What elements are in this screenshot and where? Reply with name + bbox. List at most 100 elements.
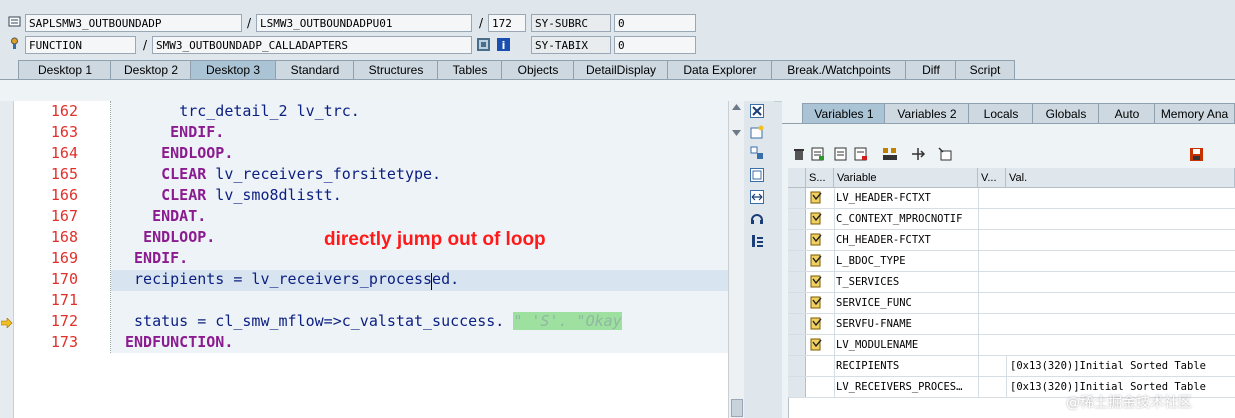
- change-value-icon[interactable]: [810, 275, 823, 289]
- code-line[interactable]: 163 ENDIF.: [14, 122, 728, 143]
- code-line[interactable]: 173 ENDFUNCTION.: [14, 332, 728, 353]
- scroll-up-icon[interactable]: [732, 104, 741, 110]
- program-field[interactable]: SAPLSMW3_OUTBOUNDADP: [25, 14, 242, 32]
- resize-icon[interactable]: [750, 190, 764, 204]
- code-keyword: CLEAR: [161, 186, 207, 204]
- tab-desktop-1[interactable]: Desktop 1: [18, 60, 112, 79]
- grid-row[interactable]: LV_MODULENAME: [788, 335, 1235, 356]
- grid-row[interactable]: L_BDOC_TYPE: [788, 251, 1235, 272]
- code-line[interactable]: 167 ENDAT.: [14, 206, 728, 227]
- row-selector[interactable]: [788, 335, 806, 355]
- code-text: ENDFUNCTION.: [125, 332, 233, 353]
- code-line[interactable]: 162 trc_detail_2 lv_trc.: [14, 101, 728, 122]
- code-line[interactable]: 172 status = cl_smw_mflow=>c_valstat_suc…: [14, 311, 728, 332]
- change-value-icon[interactable]: [810, 233, 823, 247]
- tab-desktop-2[interactable]: Desktop 2: [110, 60, 192, 79]
- row-selector[interactable]: [788, 209, 806, 229]
- include-field[interactable]: LSMW3_OUTBOUNDADPU01: [256, 14, 472, 32]
- line-number: 164: [50, 144, 78, 162]
- row-selector[interactable]: [788, 377, 806, 397]
- grid-row[interactable]: T_SERVICES: [788, 272, 1235, 293]
- config-icon[interactable]: [750, 234, 764, 248]
- line-number: 165: [50, 165, 78, 183]
- tab-variables-1[interactable]: Variables 1: [802, 103, 886, 123]
- close-icon[interactable]: [750, 104, 764, 118]
- grid-row[interactable]: C_CONTEXT_MPROCNOTIF: [788, 209, 1235, 230]
- code-line[interactable]: 169 ENDIF.: [14, 248, 728, 269]
- grid-header-v[interactable]: V...: [978, 168, 1006, 188]
- change-value-icon[interactable]: [810, 212, 823, 226]
- swap-tool-icon[interactable]: [750, 146, 764, 160]
- delete-icon[interactable]: [792, 147, 806, 161]
- sort-icon[interactable]: [882, 147, 898, 161]
- code-keyword: ENDIF.: [170, 123, 225, 141]
- remove-row-icon[interactable]: [854, 147, 868, 161]
- tab-auto[interactable]: Auto: [1098, 103, 1156, 123]
- maximize-icon[interactable]: [750, 168, 764, 182]
- code-line[interactable]: 166 CLEAR lv_smo8dlistt.: [14, 185, 728, 206]
- grid-corner: [788, 168, 806, 188]
- info-icon[interactable]: i: [496, 37, 511, 52]
- tab-breakpoints[interactable]: Break./Watchpoints: [771, 60, 907, 79]
- code-line[interactable]: 170 recipients = lv_receivers_processed.: [14, 269, 728, 290]
- line-field[interactable]: 172: [488, 14, 526, 32]
- row-selector[interactable]: [788, 314, 806, 334]
- grid-row[interactable]: RECIPIENTS [0x13(320)]Initial Sorted Tabl…: [788, 356, 1235, 377]
- row-selector[interactable]: [788, 230, 806, 250]
- tab-standard[interactable]: Standard: [275, 60, 355, 79]
- source-editor[interactable]: 162 trc_detail_2 lv_trc. 163 ENDIF. 164 EN…: [14, 101, 728, 418]
- tab-tables[interactable]: Tables: [437, 60, 503, 79]
- change-value-icon[interactable]: [810, 254, 823, 268]
- move-icon[interactable]: [910, 147, 926, 161]
- tab-detaildisplay[interactable]: DetailDisplay: [573, 60, 669, 79]
- services-icon[interactable]: [750, 212, 764, 226]
- tab-script[interactable]: Script: [955, 60, 1015, 79]
- grid-header-status[interactable]: S...: [806, 168, 834, 188]
- tab-data-explorer[interactable]: Data Explorer: [667, 60, 773, 79]
- breakpoint-gutter[interactable]: [0, 101, 14, 418]
- tab-globals[interactable]: Globals: [1032, 103, 1100, 123]
- row-selector[interactable]: [788, 293, 806, 313]
- tab-memory-analysis[interactable]: Memory Ana: [1154, 103, 1235, 123]
- grid-header-value[interactable]: Val.: [1006, 168, 1235, 188]
- change-value-icon[interactable]: [810, 317, 823, 331]
- navigate-icon[interactable]: [476, 37, 491, 52]
- grid-row[interactable]: CH_HEADER-FCTXT: [788, 230, 1235, 251]
- tab-variables-2[interactable]: Variables 2: [884, 103, 970, 123]
- save-icon[interactable]: [1189, 147, 1204, 162]
- code-text: recipients = lv_receivers_processed.: [125, 269, 459, 290]
- grid-header-variable[interactable]: Variable: [834, 168, 978, 188]
- row-selector[interactable]: [788, 272, 806, 292]
- code-statement: recipients = lv_receivers_processed.: [134, 270, 460, 288]
- row-selector[interactable]: [788, 356, 806, 376]
- editor-scrollbar[interactable]: [728, 101, 744, 418]
- scroll-down-icon[interactable]: [732, 130, 741, 136]
- new-tool-icon[interactable]: [750, 125, 764, 139]
- change-value-icon[interactable]: [810, 338, 823, 352]
- grid-row[interactable]: SERVFU-FNAME: [788, 314, 1235, 335]
- append-row-icon[interactable]: [834, 147, 848, 161]
- tab-objects[interactable]: Objects: [501, 60, 575, 79]
- scroll-thumb[interactable]: [731, 399, 743, 417]
- code-line[interactable]: 171: [14, 290, 728, 311]
- code-comment: " 'S'. "Okay: [513, 312, 622, 330]
- code-line[interactable]: 165 CLEAR lv_receivers_forsitetype.: [14, 164, 728, 185]
- line-number: 170: [50, 270, 78, 288]
- grid-row[interactable]: SERVICE_FUNC: [788, 293, 1235, 314]
- code-line[interactable]: 164 ENDLOOP.: [14, 143, 728, 164]
- event-type-field[interactable]: FUNCTION: [25, 36, 136, 54]
- tab-desktop-3[interactable]: Desktop 3: [190, 60, 276, 79]
- row-selector[interactable]: [788, 188, 806, 208]
- grid-row[interactable]: LV_HEADER-FCTXT: [788, 188, 1235, 209]
- row-selector[interactable]: [788, 251, 806, 271]
- current-line-arrow-icon: [1, 318, 13, 328]
- tab-structures[interactable]: Structures: [353, 60, 439, 79]
- layout-icon[interactable]: [938, 147, 952, 161]
- event-name-field[interactable]: SMW3_OUTBOUNDADP_CALLADAPTERS: [152, 36, 472, 54]
- change-value-icon[interactable]: [810, 296, 823, 310]
- code-text: CLEAR lv_smo8dlistt.: [125, 185, 342, 206]
- change-value-icon[interactable]: [810, 191, 823, 205]
- insert-row-icon[interactable]: [811, 147, 825, 161]
- tab-locals[interactable]: Locals: [968, 103, 1034, 123]
- tab-diff[interactable]: Diff: [905, 60, 957, 79]
